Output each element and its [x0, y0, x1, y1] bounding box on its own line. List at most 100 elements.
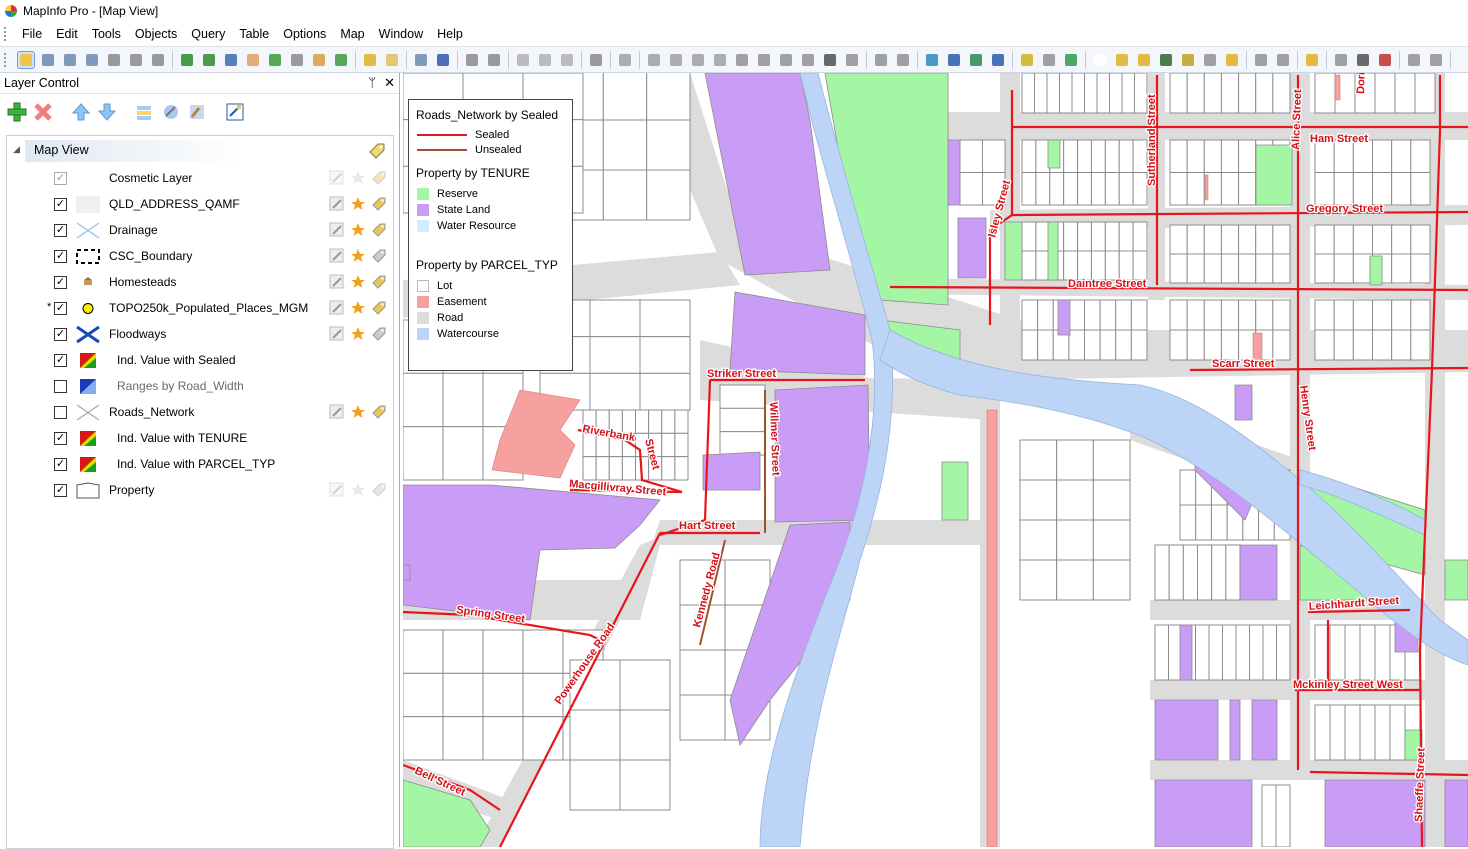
layer-row[interactable]: * ✓ TOPO250k_Populated_Places_MGM	[7, 296, 393, 322]
toolbar-tool-24-icon[interactable]	[588, 52, 604, 68]
layer-visibility-checkbox[interactable]: ✓	[54, 224, 67, 237]
layer-row[interactable]: ✓ CSC_Boundary	[7, 244, 393, 270]
layer-name[interactable]: Floodways	[109, 327, 166, 341]
layer-style-button[interactable]	[160, 101, 182, 123]
layer-style-icon[interactable]	[76, 248, 100, 265]
layer-visibility-checkbox[interactable]: ✓	[54, 198, 67, 211]
toolbar-tool-46-icon[interactable]	[1114, 52, 1130, 68]
toolbar-tool-29-icon[interactable]	[712, 52, 728, 68]
toolbar-tool-15-icon[interactable]	[362, 52, 378, 68]
layer-visibility-checkbox[interactable]: ✓	[54, 302, 67, 315]
selectable-star-icon[interactable]	[350, 196, 366, 212]
selectable-star-icon[interactable]	[350, 482, 366, 498]
editable-pencil-icon[interactable]	[329, 274, 345, 290]
layer-style-icon[interactable]	[76, 170, 100, 187]
layer-style-icon[interactable]	[76, 300, 100, 317]
toolbar-tool-6-icon[interactable]	[150, 52, 166, 68]
editable-pencil-icon[interactable]	[329, 404, 345, 420]
label-tag-icon[interactable]	[371, 222, 387, 238]
layer-display-button[interactable]	[134, 101, 156, 123]
toolbar-tool-43-icon[interactable]	[1041, 52, 1057, 68]
toolbar-tool-16-icon[interactable]	[384, 52, 400, 68]
layer-name[interactable]: Roads_Network	[109, 405, 194, 419]
toolbar-tool-21-icon[interactable]	[515, 52, 531, 68]
menu-options[interactable]: Options	[276, 22, 333, 46]
layer-row[interactable]: ✓ Ind. Value with Sealed	[7, 348, 393, 374]
toolbar-tool-0-icon[interactable]	[17, 50, 35, 69]
label-tag-icon[interactable]	[371, 300, 387, 316]
editable-pencil-icon[interactable]	[329, 248, 345, 264]
toolbar-tool-57-icon[interactable]	[1377, 52, 1393, 68]
layer-visibility-checkbox[interactable]: ✓	[54, 354, 67, 367]
toolbar-tool-45-icon[interactable]	[1092, 52, 1108, 68]
layer-visibility-checkbox[interactable]: ✓	[54, 458, 67, 471]
label-tag-icon[interactable]	[371, 404, 387, 420]
menu-help[interactable]: Help	[430, 22, 470, 46]
toolbar-tool-51-icon[interactable]	[1224, 52, 1240, 68]
layer-row[interactable]: ✓ Cosmetic Layer	[7, 166, 393, 192]
toolbar-tool-35-icon[interactable]	[844, 52, 860, 68]
toolbar-tool-17-icon[interactable]	[413, 52, 429, 68]
toolbar-tool-53-icon[interactable]	[1275, 52, 1291, 68]
layer-row[interactable]: Ranges by Road_Width	[7, 374, 393, 400]
selectable-star-icon[interactable]	[350, 222, 366, 238]
selectable-star-icon[interactable]	[350, 274, 366, 290]
layer-row[interactable]: ✓ Drainage	[7, 218, 393, 244]
layer-visibility-checkbox[interactable]	[54, 406, 67, 419]
label-tag-icon[interactable]	[371, 196, 387, 212]
layer-visibility-checkbox[interactable]: ✓	[54, 276, 67, 289]
label-tag-icon[interactable]	[371, 274, 387, 290]
map-view-node[interactable]: ◢ Map View	[7, 140, 393, 162]
toolbar-tool-42-icon[interactable]	[1019, 52, 1035, 68]
toolbar-tool-1-icon[interactable]	[40, 52, 56, 68]
add-layer-button[interactable]	[6, 101, 28, 123]
editable-pencil-icon[interactable]	[329, 482, 345, 498]
layer-name[interactable]: TOPO250k_Populated_Places_MGM	[109, 301, 308, 315]
layer-style-icon[interactable]	[76, 352, 100, 369]
layer-style-icon[interactable]	[76, 274, 100, 291]
layer-name[interactable]: Cosmetic Layer	[109, 171, 192, 185]
close-icon[interactable]: ✕	[384, 75, 395, 91]
toolbar-tool-58-icon[interactable]	[1406, 52, 1422, 68]
selectable-star-icon[interactable]	[350, 248, 366, 264]
layer-style-icon[interactable]	[76, 430, 100, 447]
toolbar-tool-28-icon[interactable]	[690, 52, 706, 68]
toolbar-tool-34-icon[interactable]	[822, 52, 838, 68]
toolbar-tool-38-icon[interactable]	[924, 52, 940, 68]
layer-row[interactable]: Roads_Network	[7, 400, 393, 426]
toolbar-tool-2-icon[interactable]	[62, 52, 78, 68]
toolbar-tool-8-icon[interactable]	[201, 52, 217, 68]
layer-properties-button[interactable]	[224, 101, 246, 123]
layer-row[interactable]: ✓ Floodways	[7, 322, 393, 348]
label-tag-icon[interactable]	[371, 248, 387, 264]
toolbar-tool-31-icon[interactable]	[756, 52, 772, 68]
layer-row[interactable]: ✓ QLD_ADDRESS_QAMF	[7, 192, 393, 218]
toolbar-tool-18-icon[interactable]	[435, 52, 451, 68]
selectable-star-icon[interactable]	[350, 326, 366, 342]
remove-layer-button[interactable]	[32, 101, 54, 123]
editable-pencil-icon[interactable]	[329, 222, 345, 238]
toolbar-tool-44-icon[interactable]	[1063, 52, 1079, 68]
pin-icon[interactable]: ᛘ	[368, 75, 376, 91]
toolbar-tool-14-icon[interactable]	[333, 52, 349, 68]
toolbar-tool-32-icon[interactable]	[778, 52, 794, 68]
toolbar-tool-7-icon[interactable]	[179, 52, 195, 68]
toolbar-tool-10-icon[interactable]	[245, 52, 261, 68]
selectable-star-icon[interactable]	[350, 170, 366, 186]
layer-name[interactable]: Homesteads	[109, 275, 176, 289]
map-legend[interactable]: Roads_Network by Sealed Sealed Unsealed …	[408, 99, 573, 371]
menu-window[interactable]: Window	[372, 22, 430, 46]
label-tag-icon[interactable]	[371, 482, 387, 498]
toolbar-tool-19-icon[interactable]	[464, 52, 480, 68]
toolbar-tool-13-icon[interactable]	[311, 52, 327, 68]
toolbar-tool-40-icon[interactable]	[968, 52, 984, 68]
selectable-star-icon[interactable]	[350, 300, 366, 316]
menu-edit[interactable]: Edit	[49, 22, 85, 46]
move-layer-down-button[interactable]	[96, 101, 118, 123]
toolbar-tool-3-icon[interactable]	[84, 52, 100, 68]
layer-name[interactable]: Ind. Value with Sealed	[117, 353, 236, 367]
layer-name[interactable]: QLD_ADDRESS_QAMF	[109, 197, 240, 211]
toolbar-tool-50-icon[interactable]	[1202, 52, 1218, 68]
menu-objects[interactable]: Objects	[128, 22, 184, 46]
menu-file[interactable]: File	[15, 22, 49, 46]
